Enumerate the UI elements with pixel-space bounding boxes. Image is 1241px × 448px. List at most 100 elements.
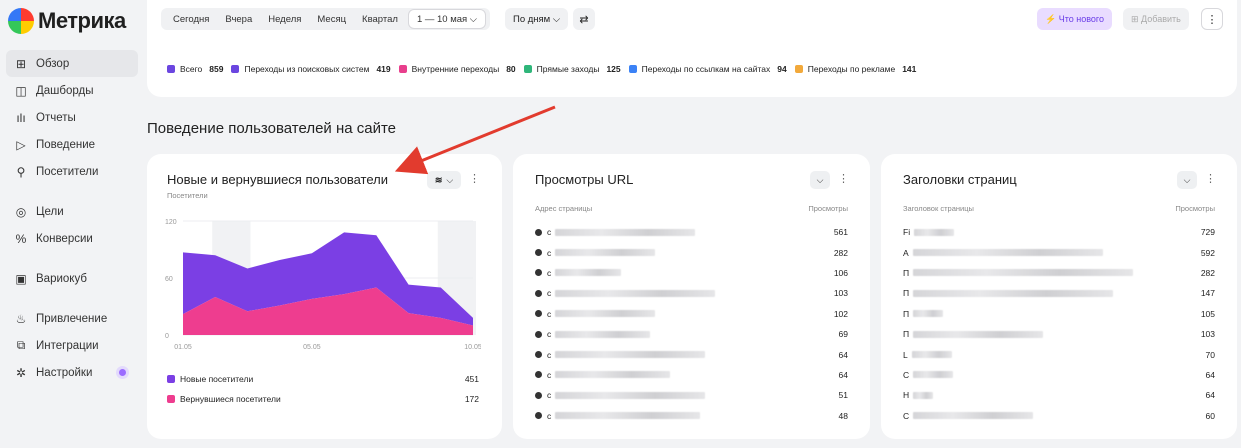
checkbox-icon (794, 65, 803, 73)
table-row[interactable]: c 102 (535, 304, 848, 324)
table-row[interactable]: c 51 (535, 385, 848, 405)
table-row[interactable]: H 64 (903, 385, 1215, 405)
link-icon (535, 269, 542, 277)
add-button[interactable]: ⊞ Добавить (1123, 8, 1189, 30)
table-row[interactable]: c 69 (535, 324, 848, 344)
row-value: 592 (1200, 247, 1215, 258)
sidebar-item-7[interactable]: ▣ Вариокуб (6, 265, 138, 292)
table-row[interactable]: c 64 (535, 344, 848, 364)
table-row[interactable]: c 48 (535, 406, 848, 426)
row-value: 64 (838, 369, 848, 380)
chevron-down-icon: ⌵ (816, 174, 824, 185)
grouping-select[interactable]: По дням ⌵ (505, 8, 569, 30)
sidebar-item-label: Обзор (36, 57, 70, 70)
sidebar-item-4[interactable]: ⚲ Посетители (6, 158, 138, 185)
whats-new-button[interactable]: ⚡ Что нового (1037, 8, 1112, 30)
table-row[interactable]: c 106 (535, 263, 848, 283)
row-value: 103 (833, 288, 848, 299)
flame-icon: ♨ (15, 311, 27, 326)
redacted-text (913, 289, 1114, 297)
sidebar-item-10[interactable]: ✲ Настройки (6, 359, 138, 386)
date-range-picker[interactable]: 1 — 10 мая ⌵ (407, 9, 487, 29)
card-menu-button[interactable]: ⋮ (469, 172, 480, 185)
table-row[interactable]: C 60 (903, 406, 1215, 426)
table-row[interactable]: c 103 (535, 283, 848, 303)
sidebar-item-1[interactable]: ◫ Дашборды (6, 77, 138, 104)
row-value: 69 (838, 329, 848, 340)
table-row[interactable]: C 64 (903, 365, 1215, 385)
traffic-source-item[interactable]: Прямые заходы 125 (523, 64, 621, 74)
period-button-3[interactable]: Месяц (309, 8, 354, 30)
link-icon (535, 351, 542, 359)
row-text: c (547, 329, 552, 340)
filter-settings-button[interactable]: ⇄ (573, 8, 595, 30)
period-button-1[interactable]: Вчера (217, 8, 260, 30)
chart-type-dropdown[interactable]: ≋ ⌵ (427, 171, 461, 189)
traffic-source-label: Переходы по рекламе (807, 64, 896, 74)
redacted-text (913, 412, 1034, 420)
traffic-source-value: 141 (902, 64, 917, 74)
legend-item[interactable]: Новые посетители 451 (167, 369, 479, 389)
sidebar-item-5[interactable]: ◎ Цели (6, 198, 138, 225)
table-row[interactable]: Fi 729 (903, 222, 1215, 242)
redacted-text (912, 249, 1103, 257)
card-expand-button[interactable]: ⌵ (810, 171, 830, 189)
card-expand-button[interactable]: ⌵ (1177, 171, 1197, 189)
table-row[interactable]: П 103 (903, 324, 1215, 344)
logo[interactable]: Метрика (8, 8, 126, 34)
sidebar-item-0[interactable]: ⊞ Обзор (6, 50, 138, 77)
row-text: П (903, 329, 910, 340)
row-label: c (535, 268, 622, 278)
checkbox-icon (167, 375, 175, 383)
link-icon (535, 289, 542, 297)
traffic-source-item[interactable]: Внутренние переходы 80 (398, 64, 516, 74)
row-label: H (903, 390, 934, 400)
row-label: C (903, 370, 954, 380)
table-row[interactable]: П 147 (903, 283, 1215, 303)
traffic-source-item[interactable]: Переходы по рекламе 141 (794, 64, 917, 74)
row-text: c (547, 247, 552, 258)
traffic-source-item[interactable]: Всего 859 (167, 64, 223, 74)
traffic-source-item[interactable]: Переходы по ссылкам на сайтах 94 (628, 64, 787, 74)
x-tick-label: 01.05 (174, 344, 192, 351)
table-row[interactable]: L 70 (903, 344, 1215, 364)
row-label: c (535, 390, 706, 400)
traffic-source-item[interactable]: Переходы из поисковых систем 419 (231, 64, 391, 74)
period-button-4[interactable]: Квартал (354, 8, 406, 30)
traffic-source-label: Внутренние переходы (411, 64, 500, 74)
area-chart: 0 60 120 01.05 05.05 10.05 (165, 219, 481, 351)
row-text: c (547, 227, 552, 238)
column-header-views: Просмотры (1175, 204, 1215, 213)
card-menu-button[interactable]: ⋮ (838, 172, 849, 185)
legend-item[interactable]: Вернувшиеся посетители 172 (167, 389, 479, 409)
card-menu-button[interactable]: ⋮ (1205, 172, 1216, 185)
traffic-summary-card: Всего 859 Переходы из поисковых систем 419 В… (147, 40, 1237, 97)
dashboard-icon: ◫ (15, 83, 27, 98)
sidebar-item-2[interactable]: ılı Отчеты (6, 104, 138, 131)
chevron-down-icon: ⌵ (1183, 174, 1191, 185)
more-options-button[interactable]: ⋮ (1201, 8, 1223, 30)
table-row[interactable]: c 64 (535, 365, 848, 385)
sidebar-item-8[interactable]: ♨ Привлечение (6, 305, 138, 332)
column-header-address: Адрес страницы (535, 204, 593, 213)
person-icon: ⚲ (16, 164, 26, 179)
table-row[interactable]: П 282 (903, 263, 1215, 283)
row-text: A (903, 247, 909, 258)
card-subtitle: Посетители (167, 191, 208, 200)
cube-icon: ▣ (15, 271, 27, 286)
period-button-2[interactable]: Неделя (260, 8, 309, 30)
sidebar-item-3[interactable]: ▷ Поведение (6, 131, 138, 158)
table-row[interactable]: A 592 (903, 242, 1215, 262)
period-button-0[interactable]: Сегодня (165, 8, 217, 30)
sidebar-item-6[interactable]: % Конверсии (6, 225, 138, 252)
link-icon (535, 330, 542, 338)
column-header-views: Просмотры (808, 204, 848, 213)
url-list: c 561 c 282 c 106 c 103 c 102 c 69 c 64 c 64 c 51 c 48 (535, 222, 848, 426)
sidebar-item-9[interactable]: ⧉ Интеграции (6, 332, 138, 359)
row-label: L (903, 350, 952, 360)
table-row[interactable]: П 105 (903, 304, 1215, 324)
row-label: c (535, 370, 671, 380)
row-label: П (903, 329, 1044, 340)
table-row[interactable]: c 561 (535, 222, 848, 242)
table-row[interactable]: c 282 (535, 242, 848, 262)
